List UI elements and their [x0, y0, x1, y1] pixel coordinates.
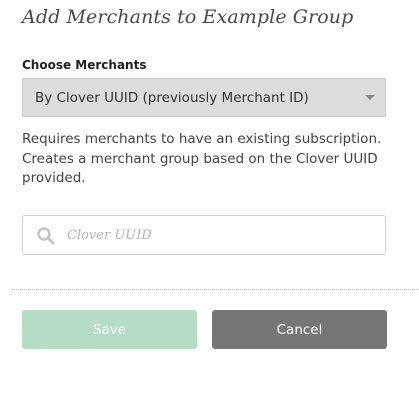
select-selected-value: By Clover UUID (previously Merchant ID): [35, 89, 309, 106]
search-icon: [36, 226, 56, 246]
chevron-down-icon: [365, 95, 375, 100]
help-text-line: provided.: [22, 170, 86, 186]
divider: [12, 289, 419, 290]
help-text: Requires merchants to have an existing s…: [22, 130, 397, 189]
cancel-button[interactable]: Cancel: [212, 310, 387, 349]
choose-merchants-select[interactable]: By Clover UUID (previously Merchant ID): [22, 78, 386, 117]
search-box: [22, 215, 386, 255]
dialog-title: Add Merchants to Example Group: [22, 6, 354, 28]
help-text-line: Requires merchants to have an existing s…: [22, 131, 382, 147]
help-text-line: Creates a merchant group based on the Cl…: [22, 150, 378, 167]
save-button[interactable]: Save: [22, 310, 197, 349]
choose-merchants-label: Choose Merchants: [22, 58, 147, 72]
clover-uuid-input[interactable]: [67, 224, 367, 246]
